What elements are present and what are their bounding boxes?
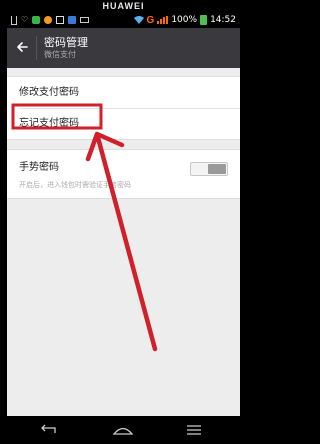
page-title: 密码管理 [44,36,88,49]
battery-percent: 100% [171,15,198,25]
nav-menu-button[interactable] [182,422,206,438]
menu-item-label: 忘记支付密码 [19,118,79,129]
app-notification-icon [68,16,77,24]
toggle-knob [208,164,226,174]
return-icon [41,424,56,433]
app-notification-icon [32,16,41,24]
device-brand: HUAWEI [102,1,145,11]
phone-frame: HUAWEI ♡ G 100% 14:52 密码管理 微信支付 修改支付密码 忘… [0,0,247,444]
screen: ♡ G 100% 14:52 密码管理 微信支付 修改支付密码 忘记支付密码 手… [7,12,240,416]
system-status: G 100% 14:52 [133,14,236,26]
forgot-payment-password-item[interactable]: 忘记支付密码 [7,108,240,139]
battery-icon [200,15,208,25]
signal-strength-icon [157,16,169,24]
notification-icons: ♡ [11,14,90,26]
menu-icon [187,425,201,435]
network-type-label: G [146,14,155,26]
home-icon [112,427,134,435]
nav-back-button[interactable] [36,422,60,438]
mail-icon [80,17,90,23]
arrow-left-icon [17,42,28,52]
header-divider [36,36,37,60]
app-notification-icon [44,16,53,24]
gesture-password-label: 手势密码 [19,162,59,173]
menu-item-label: 修改支付密码 [19,87,79,98]
gesture-password-description: 开启后，进入钱包时需验证手势密码 [19,181,131,189]
navigation-bar [0,416,247,444]
app-header: 密码管理 微信支付 [7,28,240,68]
wifi-icon [133,16,144,24]
heart-icon: ♡ [21,15,29,24]
back-button[interactable] [11,36,33,58]
app-notification-icon [56,16,65,24]
nav-home-button[interactable] [111,422,135,438]
status-bar: ♡ G 100% 14:52 [7,12,240,28]
usb-icon [11,15,17,25]
gesture-password-toggle[interactable] [190,162,228,176]
change-payment-password-item[interactable]: 修改支付密码 [7,77,240,108]
clock: 14:52 [210,15,236,25]
password-menu: 修改支付密码 忘记支付密码 [7,76,240,140]
gesture-password-section: 手势密码 开启后，进入钱包时需验证手势密码 [7,149,240,199]
page-subtitle: 微信支付 [44,50,76,59]
annotation-overlay [11,103,158,352]
